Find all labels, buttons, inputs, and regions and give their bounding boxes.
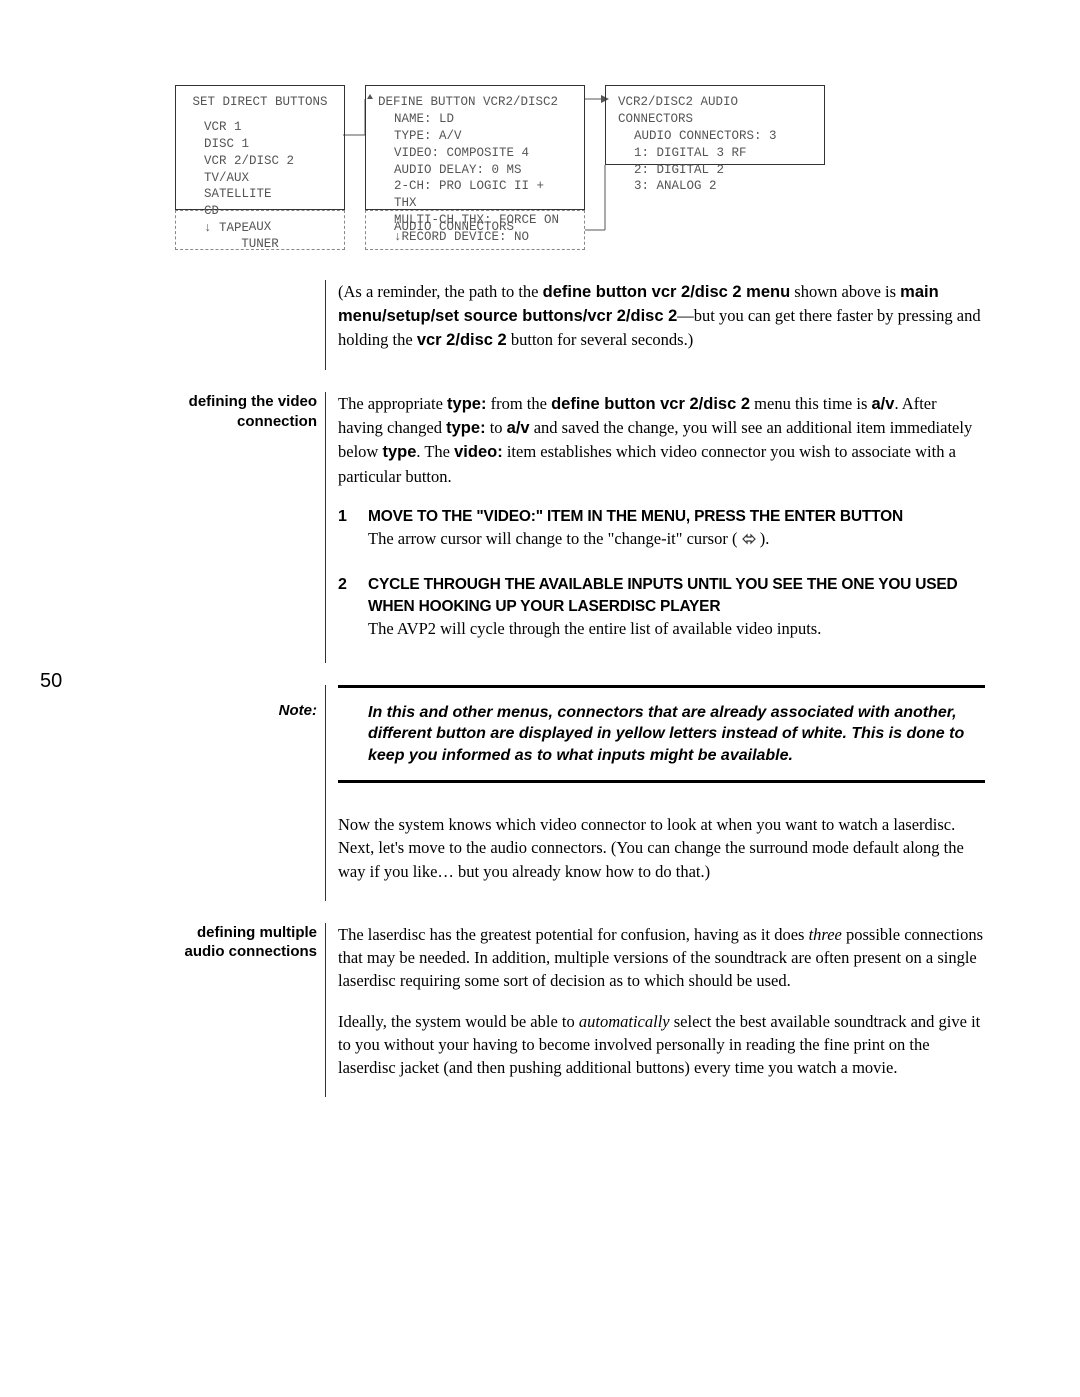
- box2-item: TYPE: A/V: [378, 128, 572, 145]
- box2-item: VIDEO: COMPOSITE 4: [378, 145, 572, 162]
- box3-item: AUDIO CONNECTORS: 3: [618, 128, 812, 145]
- step-2-body: The AVP2 will cycle through the entire l…: [368, 617, 985, 640]
- section1-para: The appropriate type: from the define bu…: [338, 392, 985, 487]
- box4-item: AUX: [188, 219, 332, 236]
- menu-audio-connectors: VCR2/DISC2 AUDIO CONNECTORS AUDIO CONNEC…: [605, 85, 825, 165]
- step-2: 2 CYCLE THROUGH THE AVAILABLE INPUTS UNT…: [338, 574, 985, 640]
- section2-para1: The laserdisc has the greatest potential…: [338, 923, 985, 992]
- box3-title: VCR2/DISC2 AUDIO CONNECTORS: [618, 95, 738, 126]
- box1-item: TV/AUX: [188, 170, 332, 187]
- menu-diagram: SET DIRECT BUTTONS VCR 1 DISC 1 VCR 2/DI…: [175, 85, 985, 250]
- menu-set-direct-buttons: SET DIRECT BUTTONS VCR 1 DISC 1 VCR 2/DI…: [175, 85, 345, 210]
- box4-item: TUNER: [188, 236, 332, 253]
- reminder-paragraph: (As a reminder, the path to the define b…: [338, 280, 985, 352]
- change-it-cursor-icon: [742, 529, 756, 552]
- step-2-number: 2: [338, 574, 368, 640]
- section-heading-video: defining the video connection: [175, 392, 325, 662]
- note-label: Note:: [175, 685, 325, 901]
- step-1-title: MOVE TO THE "VIDEO:" ITEM IN THE MENU, P…: [368, 506, 985, 528]
- box3-item: 2: DIGITAL 2: [618, 162, 812, 179]
- menu-define-button: DEFINE BUTTON VCR2/DISC2 NAME: LD TYPE: …: [365, 85, 585, 210]
- section2-para2: Ideally, the system would be able to aut…: [338, 1010, 985, 1079]
- box1-title: SET DIRECT BUTTONS: [188, 94, 332, 111]
- box1-item: SATELLITE: [188, 186, 332, 203]
- note-block: In this and other menus, connectors that…: [338, 685, 985, 784]
- box5-item: AUDIO CONNECTORS: [378, 219, 572, 236]
- box2-title: DEFINE BUTTON VCR2/DISC2: [378, 95, 558, 109]
- box1-item: DISC 1: [188, 136, 332, 153]
- box2-item: AUDIO DELAY: 0 MS: [378, 162, 572, 179]
- box3-item: 3: ANALOG 2: [618, 178, 812, 195]
- page-number: 50: [40, 670, 62, 693]
- content-area: (As a reminder, the path to the define b…: [175, 280, 985, 1119]
- box1-item: VCR 1: [188, 119, 332, 136]
- box3-item: 1: DIGITAL 3 RF: [618, 145, 812, 162]
- step-1: 1 MOVE TO THE "VIDEO:" ITEM IN THE MENU,…: [338, 506, 985, 552]
- section-heading-audio: defining multiple audio connections: [175, 923, 325, 1098]
- step-1-number: 1: [338, 506, 368, 552]
- step-2-title: CYCLE THROUGH THE AVAILABLE INPUTS UNTIL…: [368, 574, 985, 617]
- step-1-body: The arrow cursor will change to the "cha…: [368, 527, 985, 552]
- para-after-note: Now the system knows which video connect…: [338, 813, 985, 882]
- box1-item: VCR 2/DISC 2: [188, 153, 332, 170]
- box2-item: NAME: LD: [378, 111, 572, 128]
- box2-item: 2-CH: PRO LOGIC II + THX: [378, 178, 572, 212]
- menu-aux-tuner: AUX TUNER: [175, 210, 345, 250]
- menu-audio-connectors-stub: AUDIO CONNECTORS: [365, 210, 585, 250]
